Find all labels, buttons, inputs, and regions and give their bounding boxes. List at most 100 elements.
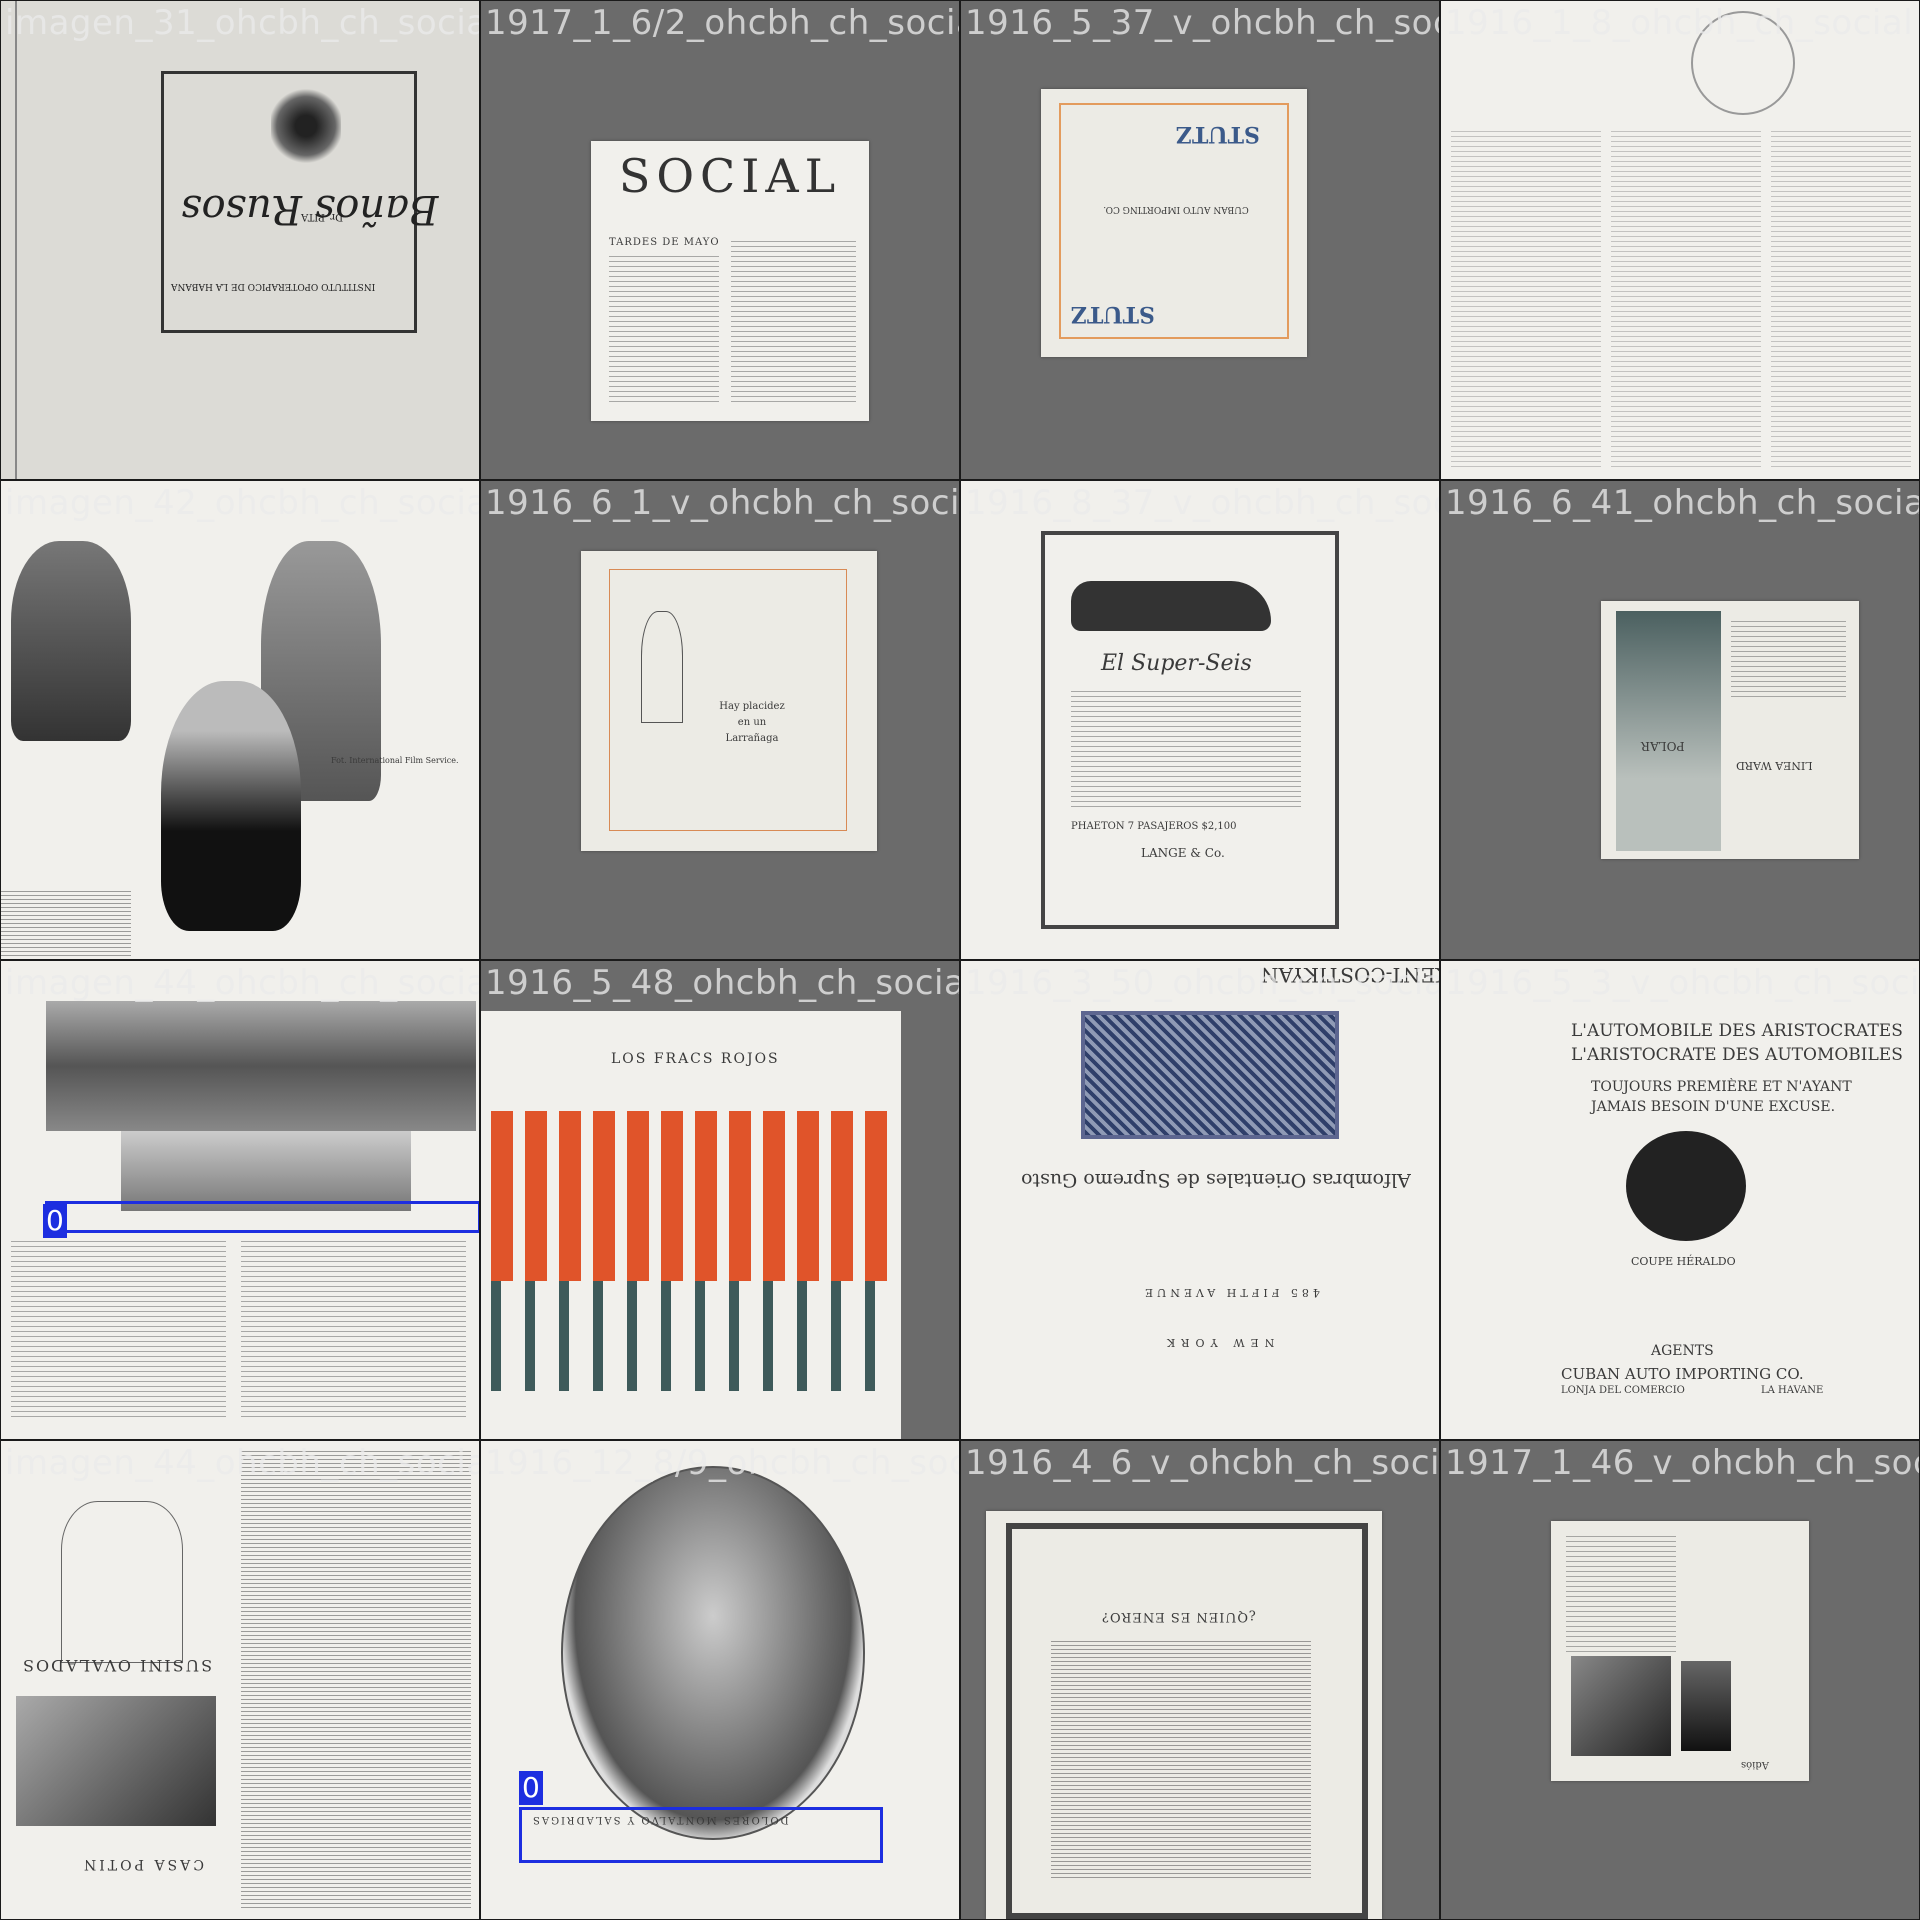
page-edge xyxy=(15,1,17,479)
grid-tile: 1917_1_46_v_ohcbh_ch_social Adiós xyxy=(1441,1441,1919,1919)
grid-tile: imagen_31_ohcbh_ch_social Baños Rusos IN… xyxy=(1,1,479,479)
grid-tile: imagen_42_ohcbh_ch_social Fot. Internati… xyxy=(1,481,479,959)
text-column xyxy=(1451,131,1601,471)
text-column xyxy=(1051,1641,1311,1881)
ad-illustration xyxy=(1616,611,1721,851)
grid-tile: 1917_1_6/2_ohcbh_ch_social SOCIAL TARDES… xyxy=(481,1,959,479)
bottle-illustration xyxy=(1681,1661,1731,1751)
grid-tile: imagen_44_ohcbh_ch_social 0 xyxy=(1,961,479,1439)
text-column xyxy=(1,891,131,959)
text-column xyxy=(11,1241,226,1421)
cartoon-legs xyxy=(491,1281,891,1391)
ad-headline: LINEA WARD xyxy=(1736,759,1813,772)
ad-company: CUBAN AUTO IMPORTING CO. xyxy=(1561,1365,1804,1383)
text-column xyxy=(731,241,856,406)
tile-label: 1916_5_48_ohcbh_ch_social xyxy=(485,963,959,1003)
ad-text: INSTITUTO OPOTERAPICO DE LA HABANA xyxy=(171,281,376,291)
detection-box xyxy=(519,1807,883,1863)
ad-headline: POLAR xyxy=(1641,739,1685,753)
ad-text: Dr. PITA xyxy=(301,211,344,222)
figure-drawing xyxy=(641,611,683,723)
brand-logo: STUTZ xyxy=(1176,121,1260,147)
ad-headline: L'ARISTOCRATE DES AUTOMOBILES xyxy=(1571,1045,1903,1065)
text-column xyxy=(1611,131,1761,471)
text-column xyxy=(1731,621,1846,701)
eagle-emblem xyxy=(271,86,341,166)
tile-label: 1917_1_46_v_ohcbh_ch_social xyxy=(1445,1443,1919,1483)
tile-label: imagen_31_ohcbh_ch_social xyxy=(5,3,479,43)
portrait-photo xyxy=(561,1466,865,1840)
rug-image xyxy=(1081,1011,1339,1139)
grid-tile: 1916_6_41_ohcbh_ch_social POLAR LINEA WA… xyxy=(1441,481,1919,959)
car-illustration xyxy=(1071,581,1271,631)
detection-label: 0 xyxy=(43,1204,67,1238)
tile-label: 1916_12_8/9_ohcbh_ch_social xyxy=(485,1443,959,1483)
text-column xyxy=(1566,1536,1676,1656)
text-column xyxy=(241,1451,471,1911)
page-masthead: SOCIAL xyxy=(618,149,842,203)
ad-headline: L'AUTOMOBILE DES ARISTOCRATES xyxy=(1571,1021,1903,1041)
ad-text: CUBAN AUTO IMPORTING CO. xyxy=(1103,204,1249,214)
ad-city: NEW YORK xyxy=(1161,1336,1275,1349)
ad-illustration xyxy=(1571,1656,1671,1756)
grid-tile: imagen_44_ohcbh_ch_social SUSINI OVALADO… xyxy=(1,1441,479,1919)
ad-headline: El Super-Seis xyxy=(1101,651,1252,676)
tile-label: 1916_5_3_v_ohcbh_ch_social xyxy=(1445,963,1919,1003)
tile-label: imagen_44_ohcbh_ch_social xyxy=(5,1443,479,1483)
ad-headline: Baños Rusos xyxy=(181,186,439,232)
tile-label: 1916_6_41_ohcbh_ch_social xyxy=(1445,483,1919,523)
ad-address: LONJA DEL COMERCIO xyxy=(1561,1385,1685,1396)
trophy-image xyxy=(1626,1131,1746,1241)
ad-company: LANGE & Co. xyxy=(1141,846,1225,860)
ad-text: Larrañaga xyxy=(725,733,779,744)
text-column xyxy=(1771,131,1911,471)
ad-text: AGENTS xyxy=(1651,1343,1714,1359)
ad-headline: Alfombras Orientales de Supremo Gusto xyxy=(1021,1169,1411,1191)
ad-illustration xyxy=(16,1696,216,1826)
detection-box xyxy=(45,1201,479,1233)
ad-text: en un xyxy=(737,717,767,728)
grid-tile: 1916_5_3_v_ohcbh_ch_social L'AUTOMOBILE … xyxy=(1441,961,1919,1439)
detection-label: 0 xyxy=(519,1771,543,1805)
ad-text: JAMAIS BESOIN D'UNE EXCUSE. xyxy=(1591,1099,1836,1115)
ad-text: Adiós xyxy=(1741,1759,1769,1770)
ad-headline: CASA POTIN xyxy=(81,1856,204,1872)
brand-logo: STUTZ xyxy=(1071,301,1155,327)
racecar-photo xyxy=(121,1131,411,1211)
racetrack-photo xyxy=(46,1001,476,1131)
text-column xyxy=(241,1241,466,1421)
text-column xyxy=(1071,691,1301,811)
photo-figure xyxy=(161,681,301,931)
ad-address: 485 FIFTH AVENUE xyxy=(1141,1286,1320,1299)
cartoon-figures xyxy=(491,1111,891,1281)
tile-label: 1917_1_6/2_ohcbh_ch_social xyxy=(485,3,959,43)
grid-tile: 1916_8_37_v_ohcbh_ch_social El Super-Sei… xyxy=(961,481,1439,959)
grid-tile: 1916_5_48_ohcbh_ch_social LOS FRACS ROJO… xyxy=(481,961,959,1439)
ad-price: PHAETON 7 PASAJEROS $2,100 xyxy=(1071,821,1237,832)
article-title: ¿QUIEN ES ENERO? xyxy=(1101,1609,1257,1624)
tile-label: 1916_4_6_v_ohcbh_ch_social xyxy=(965,1443,1439,1483)
tile-label: 1916_8_37_v_ohcbh_ch_social xyxy=(965,483,1439,523)
tile-label: 1916_5_37_v_ohcbh_ch_social xyxy=(965,3,1439,43)
ad-city: LA HAVANE xyxy=(1761,1385,1824,1396)
ad-text: COUPE HÉRALDO xyxy=(1631,1255,1736,1268)
grid-tile: 1916_5_37_v_ohcbh_ch_social STUTZ CUBAN … xyxy=(961,1,1439,479)
ad-headline: SUSINI OVALADOS xyxy=(21,1656,213,1675)
ad-text: TOUJOURS PREMIÈRE ET N'AYANT xyxy=(1591,1079,1852,1095)
tile-label: 1916_6_1_v_ohcbh_ch_social xyxy=(485,483,959,523)
cartoon-title: LOS FRACS ROJOS xyxy=(611,1051,780,1067)
tile-label: 1916_3_50_ohcbh_ch_social xyxy=(965,963,1439,1003)
tile-label: imagen_42_ohcbh_ch_social xyxy=(5,483,479,523)
grid-tile: 1916_4_6_v_ohcbh_ch_social ¿QUIEN ES ENE… xyxy=(961,1441,1439,1919)
man-drawing xyxy=(61,1501,183,1663)
article-title: TARDES DE MAYO xyxy=(609,237,720,248)
grid-tile: 1916_12_8/9_ohcbh_ch_social 0 DOLORES MO… xyxy=(481,1441,959,1919)
ad-text: Hay placidez xyxy=(719,701,785,712)
grid-tile: 1916_1_8_ohcbh_ch_social xyxy=(1441,1,1919,479)
tile-label: imagen_44_ohcbh_ch_social xyxy=(5,963,479,1003)
photo-credit: Fot. International Film Service. xyxy=(331,756,459,765)
grid-tile: 1916_6_1_v_ohcbh_ch_social Hay placidez … xyxy=(481,481,959,959)
photo-figure xyxy=(11,541,131,741)
image-grid: imagen_31_ohcbh_ch_social Baños Rusos IN… xyxy=(0,0,1920,1920)
tile-label: 1916_1_8_ohcbh_ch_social xyxy=(1445,3,1914,43)
